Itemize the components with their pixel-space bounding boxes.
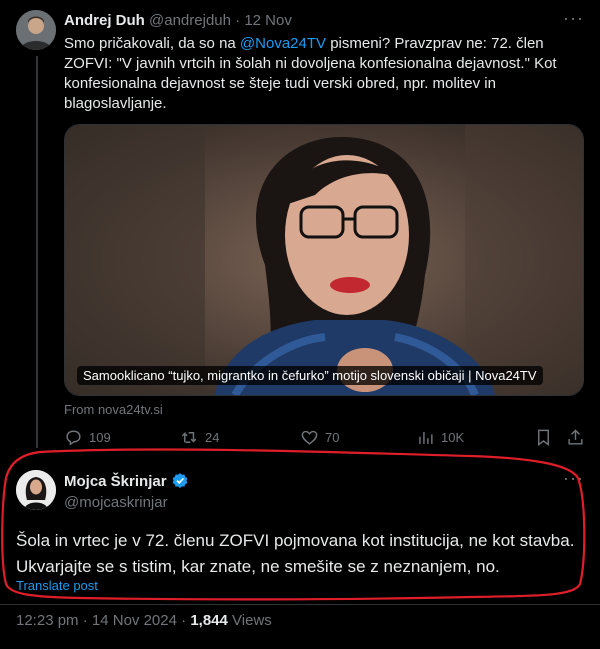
repost-button[interactable]: 24 [180,428,219,447]
like-count: 70 [325,430,340,445]
analytics-icon [419,431,433,444]
divider [0,604,600,605]
verified-badge-icon [172,473,187,488]
tweet-text: Šola in vrtec je v 72. členu ZOFVI pojmo… [16,531,575,576]
tweet-text-part: Smo pričakovali, da so na [64,35,240,52]
like-button[interactable]: 70 [300,428,339,447]
thread-line [36,56,38,448]
tweet-header: Mojca Škrinjar [64,472,189,490]
card-image [65,125,583,395]
author-name[interactable]: Mojca Škrinjar [64,473,167,490]
repost-count: 24 [205,430,220,445]
reply-count: 109 [89,430,111,445]
translate-post-link[interactable]: Translate post [16,578,98,593]
author-name[interactable]: Andrej Duh [64,12,145,29]
avatar[interactable] [16,470,56,510]
share-button[interactable] [566,428,585,447]
separator: · [82,612,88,629]
reply-button[interactable]: 109 [64,428,111,447]
more-options-icon[interactable]: ··· [563,8,584,29]
card-source[interactable]: From nova24tv.si [64,402,163,417]
link-card[interactable]: Samooklicano “tujko, migrantko in čefurk… [64,124,584,396]
mention-link[interactable]: @Nova24TV [240,35,326,52]
post-date[interactable]: 14 Nov 2024 [92,612,177,629]
author-handle[interactable]: @mojcaskrinjar [64,494,168,511]
separator: · [181,612,187,629]
heart-icon [301,430,318,445]
post-date[interactable]: 12 Nov [244,12,292,29]
post-time[interactable]: 12:23 pm [16,612,79,629]
author-handle[interactable]: @andrejduh [149,12,231,29]
more-options-icon[interactable]: ··· [563,468,584,489]
avatar[interactable] [16,10,56,50]
bookmark-button[interactable] [534,428,553,447]
action-bar: 109 24 70 10K [64,428,584,450]
tweet-header: Andrej Duh @andrejduh · 12 Nov [64,12,292,29]
card-title[interactable]: Samooklicano “tujko, migrantko in čefurk… [77,366,543,385]
tweet-text: Smo pričakovali, da so na @Nova24TV pism… [64,34,584,114]
views-count: 1,844 [190,612,228,629]
views-label: Views [232,612,272,629]
post-meta: 12:23 pm · 14 Nov 2024 · 1,844 Views [16,612,272,629]
bookmark-icon [538,429,549,447]
repost-icon [181,431,197,443]
share-icon [568,429,583,445]
views-button[interactable]: 10K [416,428,464,447]
separator: · [235,12,241,29]
views-count: 10K [441,430,465,445]
reply-icon [66,430,81,446]
tweet-text-part: "V javnih vrtcih in šolah ni dovoljena k… [64,55,557,112]
